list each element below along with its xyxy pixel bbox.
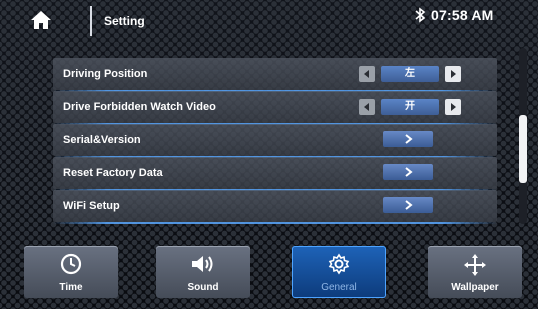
row-label: WiFi Setup xyxy=(63,200,120,212)
settings-screen: Setting 07:58 AM Driving Position 左 Driv… xyxy=(0,0,538,309)
selected-value: 开 xyxy=(381,99,439,115)
tab-label: Time xyxy=(59,282,83,293)
row-label: Drive Forbidden Watch Video xyxy=(63,101,216,113)
tab-label: General xyxy=(321,282,357,293)
scrollbar-thumb[interactable] xyxy=(519,114,527,183)
move-arrows-icon xyxy=(464,254,486,276)
selected-value: 左 xyxy=(381,66,439,82)
chevron-right-icon xyxy=(405,167,413,177)
setting-row-reset-factory[interactable]: Reset Factory Data xyxy=(53,157,497,191)
previous-option-button[interactable] xyxy=(359,99,375,115)
tab-sound[interactable]: Sound xyxy=(156,246,250,298)
header-divider xyxy=(90,6,92,36)
tab-time[interactable]: Time xyxy=(24,246,118,298)
home-icon xyxy=(20,10,52,35)
settings-list: Driving Position 左 Drive Forbidden Watch… xyxy=(53,54,497,224)
row-label: Serial&Version xyxy=(63,134,141,146)
previous-option-button[interactable] xyxy=(359,66,375,82)
bluetooth-icon xyxy=(414,7,426,26)
chevron-right-icon xyxy=(405,134,413,144)
row-label: Driving Position xyxy=(63,68,148,80)
clock-text: 07:58 AM xyxy=(431,7,494,23)
setting-row-serial-version[interactable]: Serial&Version xyxy=(53,124,497,158)
open-button[interactable] xyxy=(383,131,433,147)
row-label: Reset Factory Data xyxy=(63,167,163,179)
open-button[interactable] xyxy=(383,164,433,180)
driving-position-selector: 左 xyxy=(359,66,461,82)
drive-forbidden-selector: 开 xyxy=(359,99,461,115)
tab-general[interactable]: General xyxy=(292,246,386,298)
bottom-tab-bar: Time Sound General Wallpaper xyxy=(0,238,538,304)
clock-icon xyxy=(60,253,82,275)
home-button[interactable] xyxy=(20,6,84,38)
setting-row-wifi-setup[interactable]: WiFi Setup xyxy=(53,190,497,224)
tab-label: Sound xyxy=(187,282,219,293)
speaker-icon xyxy=(192,256,213,272)
tab-wallpaper[interactable]: Wallpaper xyxy=(428,246,522,298)
open-button[interactable] xyxy=(383,197,433,213)
chevron-right-icon xyxy=(405,200,413,210)
next-option-button[interactable] xyxy=(445,66,461,82)
gear-icon xyxy=(328,253,350,275)
next-option-button[interactable] xyxy=(445,99,461,115)
tab-label: Wallpaper xyxy=(451,282,499,293)
setting-row-drive-forbidden-video[interactable]: Drive Forbidden Watch Video 开 xyxy=(53,91,497,125)
setting-row-driving-position[interactable]: Driving Position 左 xyxy=(53,58,497,92)
page-title: Setting xyxy=(104,14,145,28)
